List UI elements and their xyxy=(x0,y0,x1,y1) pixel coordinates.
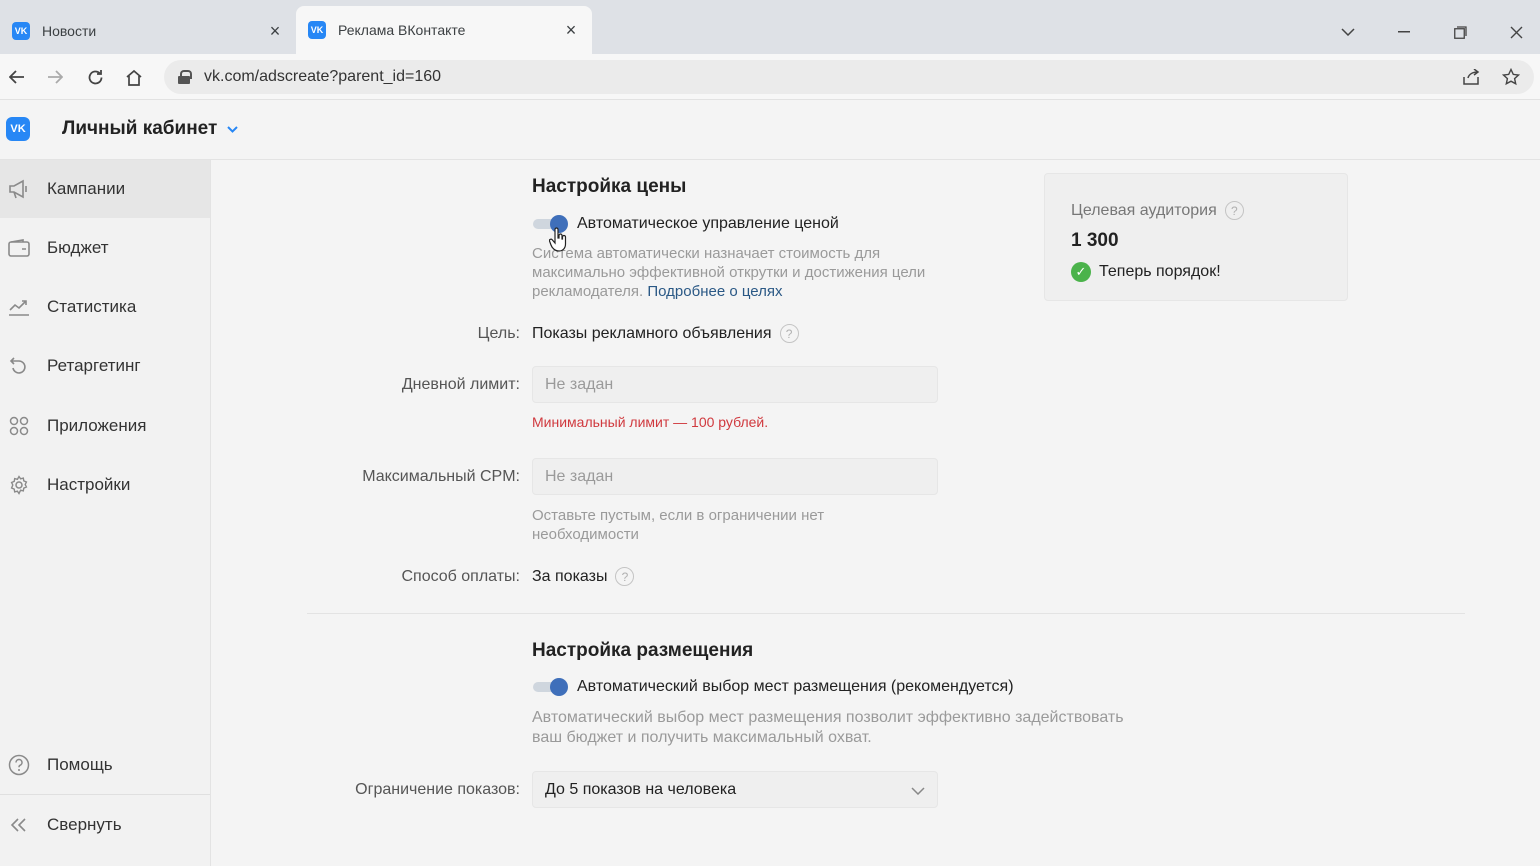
gear-icon xyxy=(7,473,31,497)
audience-status-text: Теперь порядок! xyxy=(1099,263,1221,280)
sidebar-item-budget[interactable]: Бюджет xyxy=(0,219,210,277)
auto-price-hint: Система автоматически назначает стоимост… xyxy=(532,244,952,301)
reload-icon[interactable] xyxy=(80,62,110,92)
auto-price-label: Автоматическое управление ценой xyxy=(577,215,839,232)
close-icon[interactable]: × xyxy=(266,21,284,41)
sidebar-item-statistics[interactable]: Статистика xyxy=(0,278,210,336)
audience-title: Целевая аудитория ? xyxy=(1071,201,1244,220)
sidebar-item-settings[interactable]: Настройки xyxy=(0,456,210,514)
sidebar-item-label: Кампании xyxy=(47,179,126,198)
audience-title-text: Целевая аудитория xyxy=(1071,201,1217,219)
cabinet-menu[interactable]: Личный кабинет xyxy=(62,118,239,140)
payment-value-text: За показы xyxy=(532,567,608,585)
back-arrow-icon[interactable] xyxy=(2,62,32,92)
auto-placement-label: Автоматический выбор мест размещения (ре… xyxy=(577,678,1014,695)
sidebar-item-label: Статистика xyxy=(47,297,137,316)
sidebar-item-label: Бюджет xyxy=(47,238,109,257)
tab-title: Реклама ВКонтакте xyxy=(338,22,466,38)
sidebar-item-apps[interactable]: Приложения xyxy=(0,397,210,455)
wallet-icon xyxy=(7,236,31,260)
daily-limit-input[interactable]: Не задан xyxy=(532,366,938,403)
sidebar: Кампании Бюджет Статистика Ретаргетинг П… xyxy=(0,160,211,866)
goal-value-text: Показы рекламного объявления xyxy=(532,324,772,342)
address-bar: vk.com/adscreate?parent_id=160 xyxy=(0,54,1540,100)
sidebar-divider xyxy=(0,794,210,795)
sidebar-item-retargeting[interactable]: Ретаргетинг xyxy=(0,337,210,395)
goal-value: Показы рекламного объявления ? xyxy=(532,324,799,343)
tab-title: Новости xyxy=(42,23,97,39)
vk-favicon-icon: VK xyxy=(12,22,30,40)
auto-placement-hint: Автоматический выбор мест размещения поз… xyxy=(532,709,1124,746)
audience-card: Целевая аудитория ? 1 300 ✓ Теперь поряд… xyxy=(1044,173,1348,301)
apps-icon xyxy=(7,414,31,438)
sidebar-item-label: Свернуть xyxy=(47,815,122,834)
chart-icon xyxy=(7,295,31,319)
restore-icon[interactable] xyxy=(1442,14,1478,50)
vk-logo-icon[interactable]: VK xyxy=(6,117,30,141)
daily-limit-error: Минимальный лимит — 100 рублей. xyxy=(532,414,769,430)
chevron-down-icon xyxy=(911,782,925,798)
sidebar-item-campaigns[interactable]: Кампании xyxy=(0,160,210,218)
tab-news[interactable]: VK Новости × xyxy=(0,8,296,54)
window-close-icon[interactable] xyxy=(1498,14,1534,50)
impressions-limit-value: До 5 показов на человека xyxy=(545,780,737,798)
sidebar-item-label: Настройки xyxy=(47,475,131,494)
question-icon[interactable]: ? xyxy=(1224,201,1244,220)
toggle-knob xyxy=(550,678,568,696)
question-icon[interactable]: ? xyxy=(779,324,799,343)
tab-vk-ads[interactable]: VK Реклама ВКонтакте × xyxy=(296,6,592,54)
browser-tab-bar: VK Новости × VK Реклама ВКонтакте × xyxy=(0,0,1540,54)
minimize-icon[interactable] xyxy=(1386,14,1422,50)
chevron-down-icon[interactable] xyxy=(1330,14,1366,50)
audience-count: 1 300 xyxy=(1071,230,1119,251)
sidebar-item-label: Ретаргетинг xyxy=(47,356,141,375)
lock-icon xyxy=(178,70,192,84)
sidebar-collapse-button[interactable]: Свернуть xyxy=(0,796,210,854)
url-field[interactable]: vk.com/adscreate?parent_id=160 xyxy=(164,60,1534,94)
megaphone-icon xyxy=(7,177,31,201)
sidebar-item-label: Помощь xyxy=(47,755,113,774)
close-icon[interactable]: × xyxy=(562,20,580,40)
sidebar-item-label: Приложения xyxy=(47,416,147,435)
double-chevron-left-icon xyxy=(7,813,31,837)
daily-limit-label: Дневной лимит: xyxy=(401,376,520,393)
forward-arrow-icon[interactable] xyxy=(40,62,70,92)
audience-status: ✓ Теперь порядок! xyxy=(1071,262,1221,282)
impressions-limit-label: Ограничение показов: xyxy=(355,781,520,798)
vk-favicon-icon: VK xyxy=(308,21,326,39)
url-text: vk.com/adscreate?parent_id=160 xyxy=(204,68,442,85)
payment-value: За показы ? xyxy=(532,567,635,586)
payment-label: Способ оплаты: xyxy=(401,568,520,585)
daily-limit-placeholder: Не задан xyxy=(545,375,614,393)
goals-link[interactable]: Подробнее о целях xyxy=(647,283,782,300)
question-icon[interactable]: ? xyxy=(615,567,635,586)
cabinet-label: Личный кабинет xyxy=(62,118,218,139)
main-content: Настройка цены Автоматическое управление… xyxy=(212,160,1540,866)
vk-header: VK Личный кабинет xyxy=(0,100,1540,160)
price-section-title: Настройка цены xyxy=(532,176,687,197)
home-icon[interactable] xyxy=(119,62,149,92)
max-cpm-hint: Оставьте пустым, если в ограничении нет … xyxy=(532,507,825,543)
retarget-icon xyxy=(7,354,31,378)
help-circle-icon xyxy=(7,753,31,777)
chevron-down-icon xyxy=(227,122,239,136)
impressions-limit-select[interactable]: До 5 показов на человека xyxy=(532,771,938,808)
placement-section-title: Настройка размещения xyxy=(532,640,754,661)
goal-label: Цель: xyxy=(477,325,520,342)
max-cpm-input[interactable]: Не задан xyxy=(532,458,938,495)
check-circle-icon: ✓ xyxy=(1071,262,1091,282)
max-cpm-label: Максимальный CPM: xyxy=(362,468,520,485)
share-icon[interactable] xyxy=(1456,62,1486,92)
max-cpm-placeholder: Не задан xyxy=(545,467,614,485)
hand-cursor-icon xyxy=(548,227,567,253)
sidebar-item-help[interactable]: Помощь xyxy=(0,736,210,794)
auto-placement-toggle[interactable] xyxy=(533,678,569,696)
section-divider xyxy=(307,613,1465,614)
bookmark-star-icon[interactable] xyxy=(1496,62,1526,92)
